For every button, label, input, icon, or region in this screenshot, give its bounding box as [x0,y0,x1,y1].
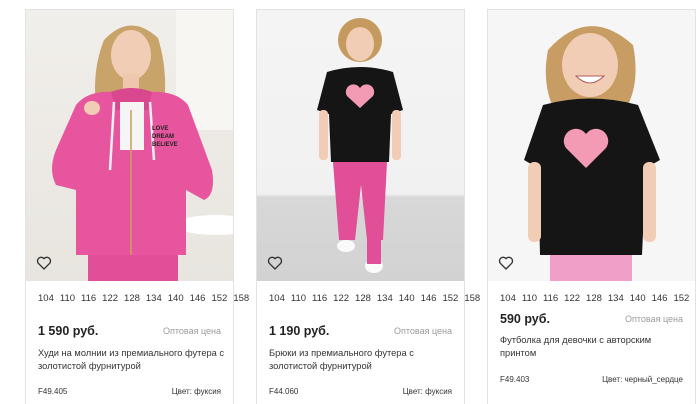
product-photo[interactable] [257,10,464,281]
product-sku: F44.060 [269,387,299,396]
product-price: 1 590 руб. [38,324,99,338]
size-option[interactable]: 146 [190,293,206,304]
size-option[interactable]: 146 [421,293,437,304]
product-color: Цвет: черный_сердце [602,375,683,384]
product-card[interactable]: 104 110 116 122 128 134 140 146 152 590 руб. Опт… [487,9,696,404]
size-option[interactable]: 122 [102,293,118,304]
size-option[interactable]: 116 [81,293,96,304]
size-option[interactable]: 134 [146,293,162,304]
wholesale-price-label: Оптовая цена [394,326,452,336]
favorite-heart-icon[interactable] [267,255,283,271]
size-option[interactable]: 122 [333,293,349,304]
product-title[interactable]: Футболка для девочки с авторским принтом [500,334,690,360]
favorite-heart-icon[interactable] [498,255,514,271]
product-color: Цвет: фуксия [171,387,221,396]
product-image-hoodie: LOVE DREAM BELIEVE [52,10,233,281]
product-image-tshirt [524,26,660,281]
product-image-pants [317,18,403,273]
wholesale-price-label: Оптовая цена [163,326,221,336]
size-option[interactable]: 152 [673,293,689,304]
product-sku: F49.405 [38,387,68,396]
size-option[interactable]: 140 [399,293,415,304]
size-option[interactable]: 116 [312,293,327,304]
size-list: 104 110 116 122 128 134 140 146 152 158 [269,292,480,306]
product-price: 590 руб. [500,312,550,326]
size-option[interactable]: 122 [564,293,580,304]
size-list: 104 110 116 122 128 134 140 146 152 [500,292,689,306]
product-color: Цвет: фуксия [402,387,452,396]
product-photo[interactable]: LOVE DREAM BELIEVE [26,10,233,281]
size-option[interactable]: 146 [652,293,668,304]
product-card[interactable]: 104 110 116 122 128 134 140 146 152 158 1 190 руб… [256,9,480,404]
size-option[interactable]: 134 [377,293,393,304]
size-option[interactable]: 158 [233,293,249,304]
product-sku: F49.403 [500,375,530,384]
size-option[interactable]: 110 [291,293,306,304]
product-grid: LOVE DREAM BELIEVE 104 110 116 122 128 134 140… [0,0,700,404]
size-option[interactable]: 140 [630,293,646,304]
product-card[interactable]: LOVE DREAM BELIEVE 104 110 116 122 128 134 140… [25,9,249,404]
size-option[interactable]: 134 [608,293,624,304]
size-option[interactable]: 116 [543,293,558,304]
svg-text:DREAM: DREAM [152,134,174,140]
size-option[interactable]: 104 [500,293,516,304]
product-photo[interactable] [488,10,695,281]
size-option[interactable]: 128 [124,293,140,304]
svg-text:LOVE: LOVE [152,126,168,132]
product-price: 1 190 руб. [269,324,330,338]
svg-text:BELIEVE: BELIEVE [152,142,178,148]
size-option[interactable]: 152 [442,293,458,304]
favorite-heart-icon[interactable] [36,255,52,271]
wholesale-price-label: Оптовая цена [625,314,683,324]
size-option[interactable]: 128 [586,293,602,304]
size-option[interactable]: 110 [60,293,75,304]
size-option[interactable]: 104 [38,293,54,304]
size-list: 104 110 116 122 128 134 140 146 152 158 [38,292,249,306]
size-option[interactable]: 104 [269,293,285,304]
size-option[interactable]: 158 [464,293,480,304]
product-title[interactable]: Худи на молнии из премиального футера с … [38,347,228,373]
size-option[interactable]: 152 [211,293,227,304]
size-option[interactable]: 110 [522,293,537,304]
size-option[interactable]: 140 [168,293,184,304]
size-option[interactable]: 128 [355,293,371,304]
product-title[interactable]: Брюки из премиального футера с золотисто… [269,347,459,373]
